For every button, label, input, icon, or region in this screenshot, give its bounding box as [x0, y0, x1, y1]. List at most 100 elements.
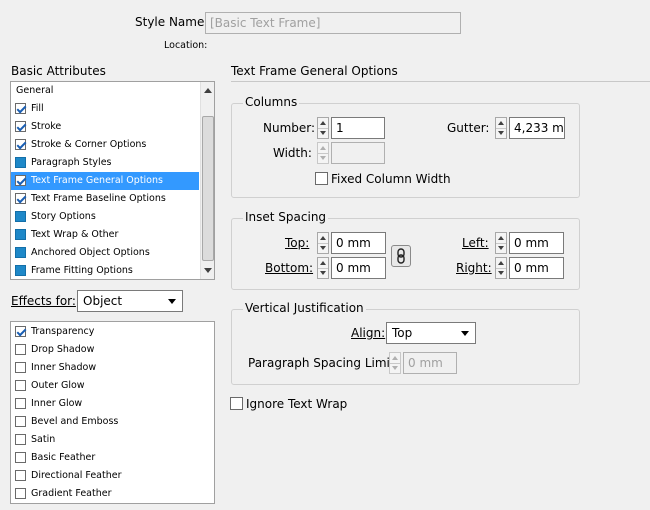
fixed-column-width-checkbox[interactable] [315, 172, 328, 185]
right-stepper[interactable] [495, 257, 507, 279]
checkbox[interactable] [15, 193, 26, 204]
effect-item[interactable]: Drop Shadow [11, 341, 214, 359]
effects-list[interactable]: Transparency Drop Shadow Inner Shadow Outer… [10, 321, 215, 504]
effect-item[interactable]: Bevel and Emboss [11, 413, 214, 431]
scroll-thumb[interactable] [202, 116, 214, 261]
stepper-down-icon[interactable] [390, 363, 400, 373]
right-label: Right: [456, 261, 492, 275]
attr-list-scrollbar[interactable] [200, 82, 214, 279]
effect-item[interactable]: Satin [11, 431, 214, 449]
gutter-label: Gutter: [447, 121, 490, 135]
stepper-down-icon[interactable] [496, 243, 506, 253]
checkbox[interactable] [15, 398, 26, 409]
stepper-down-icon[interactable] [318, 243, 328, 253]
section-divider [231, 81, 650, 82]
checkbox[interactable] [15, 326, 26, 337]
effect-item[interactable]: Gradient Feather [11, 485, 214, 503]
sidebar-item[interactable]: Text Frame General Options [11, 172, 199, 190]
stepper-down-icon[interactable] [496, 128, 506, 138]
effects-for-select[interactable]: Object [77, 290, 183, 312]
columns-title: Columns [243, 95, 300, 109]
bottom-label: Bottom: [265, 261, 314, 275]
stepper-down-icon[interactable] [318, 153, 328, 163]
gutter-stepper[interactable] [495, 117, 507, 139]
basic-attributes-title: Basic Attributes [11, 64, 106, 78]
align-value: Top [392, 326, 413, 340]
chain-link-icon [397, 248, 405, 264]
gutter-input[interactable]: 4,233 mr [509, 117, 565, 139]
effect-item[interactable]: Directional Feather [11, 467, 214, 485]
effect-item-label: Drop Shadow [31, 344, 95, 355]
sidebar-item-label: Anchored Object Options [31, 247, 150, 258]
checkbox[interactable] [15, 175, 26, 186]
sidebar-item-label: General [16, 85, 54, 96]
ignore-square-icon[interactable] [15, 229, 26, 240]
ignore-text-wrap-label: Ignore Text Wrap [246, 397, 348, 411]
number-input[interactable]: 1 [331, 117, 385, 139]
checkbox[interactable] [15, 103, 26, 114]
style-name-label: Style Name: [135, 15, 209, 29]
ignore-text-wrap-checkbox[interactable] [230, 397, 243, 410]
sidebar-item[interactable]: Text Frame Baseline Options [11, 190, 199, 208]
sidebar-item[interactable]: Stroke & Corner Options [11, 136, 199, 154]
stepper-down-icon[interactable] [318, 128, 328, 138]
style-name-field[interactable]: [Basic Text Frame] [205, 12, 461, 34]
scroll-down-icon[interactable] [204, 268, 212, 273]
effects-for-value: Object [83, 294, 123, 308]
width-label: Width: [273, 146, 312, 160]
effect-item-label: Satin [31, 434, 56, 445]
paragraph-spacing-stepper[interactable] [389, 352, 401, 374]
left-input[interactable]: 0 mm [509, 232, 564, 254]
effect-item[interactable]: Inner Shadow [11, 359, 214, 377]
sidebar-item-label: Text Frame Baseline Options [31, 193, 166, 204]
section-title: Text Frame General Options [231, 64, 398, 78]
stepper-down-icon[interactable] [496, 268, 506, 278]
checkbox[interactable] [15, 139, 26, 150]
bottom-stepper[interactable] [317, 257, 329, 279]
sidebar-item[interactable]: Fill [11, 100, 199, 118]
sidebar-item[interactable]: Text Wrap & Other [11, 226, 199, 244]
inset-title: Inset Spacing [243, 210, 329, 224]
bottom-input[interactable]: 0 mm [331, 257, 386, 279]
effect-item-label: Outer Glow [31, 380, 85, 391]
sidebar-item[interactable]: Paragraph Styles [11, 154, 199, 172]
effect-item[interactable]: Transparency [11, 323, 214, 341]
ignore-square-icon[interactable] [15, 157, 26, 168]
sidebar-item[interactable]: Frame Fitting Options [11, 262, 199, 279]
checkbox[interactable] [15, 470, 26, 481]
align-select[interactable]: Top [386, 322, 476, 344]
width-stepper[interactable] [317, 142, 329, 164]
effect-item[interactable]: Basic Feather [11, 449, 214, 467]
ignore-square-icon[interactable] [15, 211, 26, 222]
left-stepper[interactable] [495, 232, 507, 254]
stepper-down-icon[interactable] [318, 268, 328, 278]
sidebar-item-label: Text Frame General Options [31, 175, 163, 186]
top-stepper[interactable] [317, 232, 329, 254]
effect-item[interactable]: Outer Glow [11, 377, 214, 395]
checkbox[interactable] [15, 452, 26, 463]
number-stepper[interactable] [317, 117, 329, 139]
checkbox[interactable] [15, 434, 26, 445]
checkbox[interactable] [15, 121, 26, 132]
sidebar-item[interactable]: Stroke [11, 118, 199, 136]
right-input[interactable]: 0 mm [509, 257, 564, 279]
checkbox[interactable] [15, 488, 26, 499]
paragraph-spacing-input[interactable]: 0 mm [403, 352, 457, 374]
ignore-square-icon[interactable] [15, 247, 26, 258]
width-input[interactable] [331, 142, 385, 164]
left-label: Left: [462, 236, 489, 250]
sidebar-item[interactable]: General [11, 82, 199, 100]
sidebar-item[interactable]: Story Options [11, 208, 199, 226]
checkbox[interactable] [15, 362, 26, 373]
link-chain-button[interactable] [391, 245, 411, 267]
top-input[interactable]: 0 mm [331, 232, 386, 254]
sidebar-item-label: Story Options [31, 211, 96, 222]
ignore-square-icon[interactable] [15, 265, 26, 276]
checkbox[interactable] [15, 380, 26, 391]
scroll-up-icon[interactable] [204, 88, 212, 93]
sidebar-item[interactable]: Anchored Object Options [11, 244, 199, 262]
effect-item[interactable]: Inner Glow [11, 395, 214, 413]
checkbox[interactable] [15, 344, 26, 355]
checkbox[interactable] [15, 416, 26, 427]
basic-attributes-list[interactable]: Frame Fitting Options Anchored Object Opt… [10, 81, 215, 280]
